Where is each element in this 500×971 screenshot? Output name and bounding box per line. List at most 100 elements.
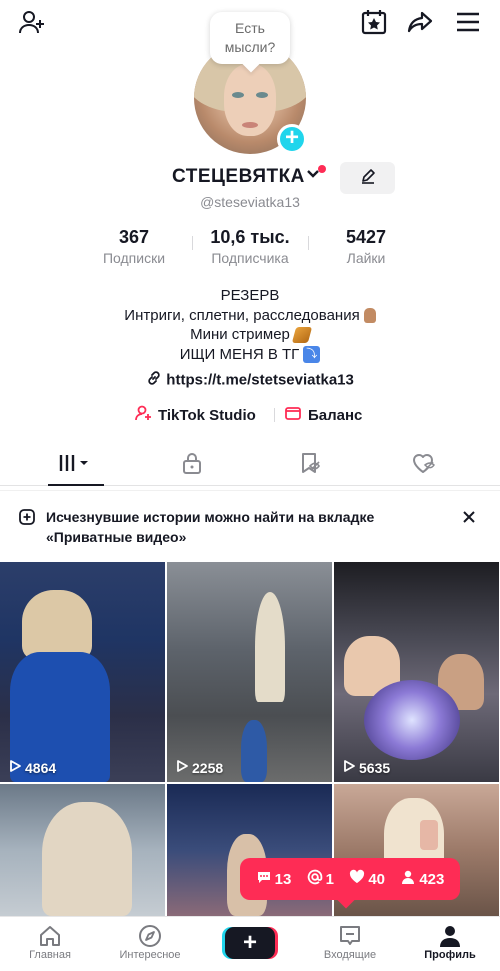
notice-text: Исчезнувшие истории можно найти на вклад… — [46, 509, 375, 545]
notification-dot — [318, 165, 326, 173]
videos-grid-icon — [58, 452, 94, 479]
nav-home[interactable]: Главная — [0, 923, 100, 961]
stat-value: 5427 — [345, 227, 387, 247]
nav-discover[interactable]: Интересное — [100, 923, 200, 961]
video-thumbnail[interactable]: 2258 — [167, 562, 332, 782]
person-figure — [42, 802, 132, 916]
bio-line: Интриги, сплетни, расследования — [124, 306, 360, 324]
profile-icon — [400, 923, 500, 949]
link-icon — [146, 371, 166, 390]
divider — [274, 408, 275, 422]
nav-label: Главная — [29, 949, 71, 961]
balance-button[interactable]: Баланс — [284, 404, 362, 426]
at-icon — [307, 869, 323, 889]
inbox-icon — [300, 923, 400, 949]
thought-bubble[interactable]: Есть мысли? — [210, 12, 290, 64]
mentions-value: 1 — [325, 870, 334, 888]
stat-label: Подписки — [102, 250, 166, 266]
play-icon — [175, 759, 189, 776]
close-icon[interactable] — [462, 508, 476, 529]
divider — [192, 236, 193, 250]
video-thumbnail[interactable]: 4864 — [0, 562, 165, 782]
mentions-count: 1 — [307, 869, 334, 889]
bio: РЕЗЕРВ Интриги, сплетни, расследования М… — [0, 286, 500, 364]
name-row: СТЕЦЕВЯТКА — [0, 162, 500, 194]
stat-value: 367 — [118, 227, 150, 247]
spire-figure — [255, 592, 285, 702]
comment-icon — [256, 869, 272, 889]
nav-label: Профиль — [424, 949, 476, 961]
bio-line: РЕЗЕРВ — [220, 287, 280, 304]
studio-icon — [134, 404, 152, 426]
pencil-icon — [360, 168, 376, 189]
view-count-text: 4864 — [25, 759, 57, 776]
view-count: 5635 — [342, 759, 390, 776]
thought-bubble-text: Есть мысли? — [224, 20, 276, 55]
active-tab-indicator — [48, 484, 104, 486]
view-count-text: 5635 — [359, 759, 391, 776]
add-friend-icon[interactable] — [18, 8, 46, 36]
calendar-star-icon[interactable] — [360, 8, 388, 36]
stat-label: Лайки — [346, 250, 386, 266]
phone-figure — [420, 820, 438, 850]
tab-videos[interactable] — [46, 450, 106, 480]
video-thumbnail[interactable]: 5635 — [334, 562, 499, 782]
menu-icon[interactable] — [454, 8, 482, 36]
followers-count: 423 — [400, 869, 444, 889]
lock-icon — [181, 451, 203, 480]
runner-emoji-icon — [291, 326, 313, 343]
add-story-button[interactable]: + — [277, 124, 307, 154]
avatar-eye — [256, 92, 268, 98]
stat-followers[interactable]: 10,6 тыс. Подписчика — [195, 226, 305, 268]
avatar-eye — [232, 92, 244, 98]
down-arrow-emoji-icon: ⤵ — [303, 345, 321, 363]
tiktok-studio-button[interactable]: TikTok Studio — [134, 404, 256, 426]
nav-profile[interactable]: Профиль — [400, 923, 500, 961]
person-figure — [22, 590, 92, 660]
creator-tools: TikTok Studio Баланс — [0, 404, 500, 426]
edit-profile-button[interactable] — [340, 162, 395, 194]
play-icon — [8, 759, 22, 776]
divider — [308, 236, 309, 250]
stat-following[interactable]: 367 Подписки — [79, 226, 189, 268]
view-count: 4864 — [8, 759, 56, 776]
cloud-effect — [364, 680, 460, 760]
wallet-icon — [284, 404, 302, 426]
home-icon — [0, 923, 100, 949]
tab-liked[interactable] — [394, 450, 454, 480]
person-figure — [241, 720, 267, 782]
likes-count: 40 — [349, 869, 385, 889]
stat-label: Подписчика — [211, 250, 289, 266]
person-icon — [400, 869, 416, 889]
profile-link[interactable]: https://t.me/stetseviatka13 — [0, 370, 500, 390]
activity-popup[interactable]: 13 1 40 423 — [240, 858, 460, 900]
bio-line: ИЩИ МЕНЯ В ТГ — [179, 345, 300, 363]
add-box-icon — [18, 508, 36, 531]
link-text: https://t.me/stetseviatka13 — [166, 371, 354, 389]
share-icon[interactable] — [406, 8, 434, 36]
tab-saved[interactable] — [280, 450, 340, 480]
tab-private[interactable] — [162, 450, 222, 480]
create-button[interactable]: + — [225, 927, 275, 959]
view-count: 2258 — [175, 759, 223, 776]
username: @steseviatka13 — [200, 194, 300, 210]
comments-value: 13 — [274, 870, 292, 888]
nav-label: Входящие — [323, 949, 377, 961]
stat-likes[interactable]: 5427 Лайки — [311, 226, 421, 268]
comments-count: 13 — [256, 869, 292, 889]
nav-inbox[interactable]: Входящие — [300, 923, 400, 961]
bio-line: Мини стример — [190, 326, 290, 343]
view-count-text: 2258 — [192, 759, 224, 776]
stat-value: 10,6 тыс. — [210, 227, 290, 247]
play-icon — [342, 759, 356, 776]
hand-emoji-icon — [363, 307, 376, 323]
compass-icon — [100, 923, 200, 949]
liked-icon — [411, 451, 437, 480]
saved-icon — [298, 451, 322, 480]
display-name: СТЕЦЕВЯТКА — [172, 166, 305, 187]
avatar-lips — [242, 122, 258, 128]
video-thumbnail[interactable] — [0, 784, 165, 916]
nav-label: Интересное — [119, 949, 181, 961]
likes-value: 40 — [368, 870, 385, 888]
notice-banner: Исчезнувшие истории можно найти на вклад… — [0, 490, 500, 560]
